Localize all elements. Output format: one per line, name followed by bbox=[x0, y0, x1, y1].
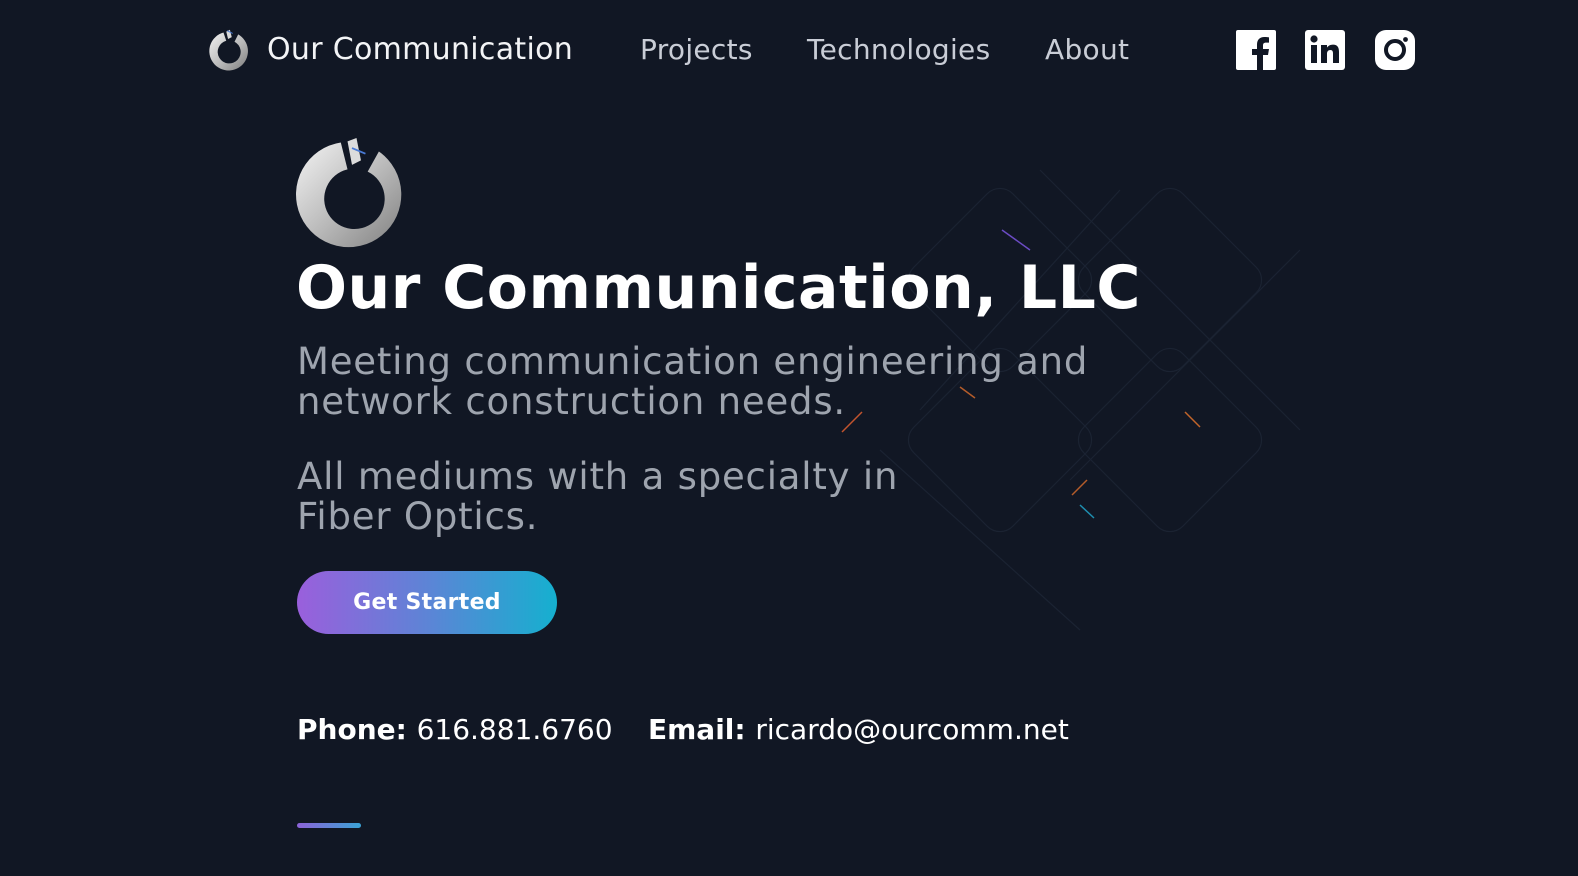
landing-page: Our Communication Projects Technologies … bbox=[0, 0, 1578, 876]
company-logo-icon bbox=[296, 138, 402, 248]
get-started-button[interactable]: Get Started bbox=[297, 571, 557, 634]
email-label: Email: bbox=[648, 713, 756, 746]
nav-link-about[interactable]: About bbox=[1045, 33, 1129, 66]
email-link[interactable]: ricardo@ourcomm.net bbox=[755, 713, 1068, 746]
phone-contact: Phone: 616.881.6760 bbox=[297, 713, 613, 746]
email-contact: Email: ricardo@ourcomm.net bbox=[648, 713, 1069, 746]
page-title: Our Communication, LLC bbox=[296, 253, 1141, 323]
phone-link[interactable]: 616.881.6760 bbox=[417, 713, 613, 746]
linkedin-icon[interactable] bbox=[1304, 29, 1346, 71]
brand-name[interactable]: Our Communication bbox=[267, 32, 573, 67]
hero-subtitle: Meeting communication engineering and ne… bbox=[297, 340, 1089, 423]
nav-link-projects[interactable]: Projects bbox=[640, 33, 753, 66]
section-divider bbox=[297, 823, 361, 828]
instagram-icon[interactable] bbox=[1374, 29, 1416, 71]
facebook-icon[interactable] bbox=[1235, 29, 1277, 71]
nav-link-technologies[interactable]: Technologies bbox=[807, 33, 990, 66]
hero-tagline: All mediums with a specialty in Fiber Op… bbox=[297, 455, 899, 538]
brand-logo-icon[interactable] bbox=[206, 27, 252, 73]
phone-label: Phone: bbox=[297, 713, 417, 746]
